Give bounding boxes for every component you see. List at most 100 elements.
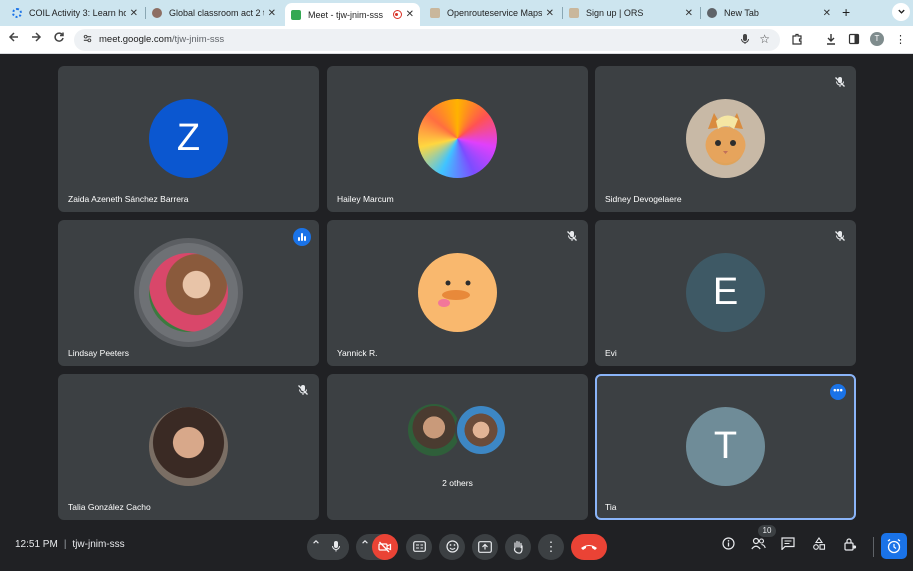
tab-global-classroom[interactable]: Global classroom act 2 to ✕ [146,3,282,23]
site-info-icon[interactable] [82,33,93,47]
mic-off-icon [298,385,308,395]
host-controls-button[interactable] [840,537,860,554]
browser-toolbar: meet.google.com/tjw-jnim-sss ☆ T ⋮ [0,26,913,54]
participant-name: Hailey Marcum [337,194,394,204]
chat-button[interactable] [778,537,798,553]
present-screen-button[interactable] [472,534,498,560]
participant-tile-self[interactable]: ••• T Tia [595,374,856,520]
tab-search-button[interactable] [892,3,910,21]
tab-close-icon[interactable]: ✕ [268,8,276,19]
tab-coil-activity[interactable]: COIL Activity 3: Learn how ✕ [6,3,144,23]
profile-avatar[interactable]: T [870,32,884,46]
arrow-left-icon [8,32,18,42]
chrome-icon [707,8,717,18]
avatar: Z [149,99,228,178]
hand-icon [513,540,523,554]
site-favicon [430,8,440,18]
meeting-code: tjw-jnim-sss [72,539,125,550]
timer-button[interactable] [881,533,907,559]
participant-tile[interactable]: Z Zaida Azeneth Sánchez Barrera [58,66,319,212]
participant-tile[interactable]: Talia González Cacho [58,374,319,520]
people-button[interactable] [748,537,768,553]
audio-controls [307,534,349,560]
mic-off-icon [835,231,845,241]
participant-tile[interactable]: E Evi [595,220,856,366]
meet-favicon [291,9,301,20]
activities-button[interactable] [809,537,829,553]
more-options-button[interactable]: ••• [830,384,846,400]
reactions-button[interactable] [439,534,465,560]
avatar-photo [686,99,765,178]
chat-icon [781,537,795,551]
current-time: 12:51 PM [15,539,58,550]
avatar-photo [418,99,497,178]
side-panel-icon[interactable] [848,33,860,48]
url-text: meet.google.com/tjw-jnim-sss [99,34,224,45]
tab-new-tab[interactable]: New Tab ✕ [701,3,837,23]
raise-hand-button[interactable] [505,534,531,560]
more-options-button[interactable]: ⋮ [538,534,564,560]
captions-button[interactable] [406,534,432,560]
url-host: meet.google.com [99,34,172,45]
tab-openrouteservice[interactable]: Openrouteservice Maps ✕ [424,3,560,23]
tab-close-icon[interactable]: ✕ [130,8,138,19]
participant-tile[interactable]: Lindsay Peeters [58,220,319,366]
url-path: /tjw-jnim-sss [171,34,225,45]
participant-tile[interactable]: Sidney Devogelaere [595,66,856,212]
more-vertical-icon: ⋮ [544,539,558,554]
bookmark-star-icon[interactable]: ☆ [759,32,770,46]
mic-off-icon [567,231,577,241]
more-vertical-icon[interactable]: ⋮ [895,33,906,46]
loading-icon [12,8,22,18]
tab-sign-up-ors[interactable]: Sign up | ORS ✕ [563,3,699,23]
download-icon[interactable] [825,33,837,48]
alarm-clock-icon [887,538,901,554]
participant-name: Talia González Cacho [68,502,151,512]
tab-close-icon[interactable]: ✕ [823,8,831,19]
leave-call-button[interactable] [571,534,607,560]
others-tile[interactable]: 2 others [327,374,588,520]
avatar-photo [149,253,228,332]
speaking-indicator-icon [293,228,311,246]
lock-person-icon [843,538,856,551]
camera-off-icon [378,541,392,553]
audio-options-chevron-icon[interactable] [312,538,320,549]
avatar: T [686,407,765,486]
participant-tile[interactable]: Yannick R. [327,220,588,366]
tab-strip: COIL Activity 3: Learn how ✕ Global clas… [0,0,913,26]
avatar-illustration [418,253,497,332]
participant-name: Lindsay Peeters [68,348,129,358]
divider [873,537,874,557]
recording-icon [392,10,402,19]
site-favicon [152,8,162,18]
tab-meet[interactable]: Meet - tjw-jnim-sss ✕ [285,3,420,26]
participant-name: Zaida Azeneth Sánchez Barrera [68,194,189,204]
video-options-chevron-icon[interactable] [361,538,369,549]
address-bar[interactable]: meet.google.com/tjw-jnim-sss ☆ [74,29,780,51]
call-end-icon [581,545,597,550]
info-icon [721,537,735,550]
participant-name: Sidney Devogelaere [605,194,682,204]
emoji-icon [445,540,459,553]
new-tab-button[interactable]: + [842,4,850,20]
people-icon [750,537,766,550]
tab-close-icon[interactable]: ✕ [406,9,414,20]
divider: | [63,539,67,550]
extensions-icon[interactable] [791,33,803,48]
back-button[interactable] [5,31,23,46]
tab-close-icon[interactable]: ✕ [546,8,554,19]
meeting-info: 12:51 PM | tjw-jnim-sss [15,539,125,550]
avatar-photo [455,404,507,456]
microphone-icon [332,541,340,552]
participant-tile[interactable]: Hailey Marcum [327,66,588,212]
meeting-details-button[interactable] [718,537,738,553]
microphone-button[interactable] [323,534,349,560]
reload-button[interactable] [50,31,68,46]
camera-button[interactable] [372,534,398,560]
meeting-controls-bar: 12:51 PM | tjw-jnim-sss ⋮ 10 [0,525,913,571]
microphone-icon[interactable] [740,33,750,48]
forward-button[interactable] [27,31,45,46]
tab-close-icon[interactable]: ✕ [685,8,693,19]
participant-count-badge: 10 [758,525,776,537]
avatar-photo [149,407,228,486]
